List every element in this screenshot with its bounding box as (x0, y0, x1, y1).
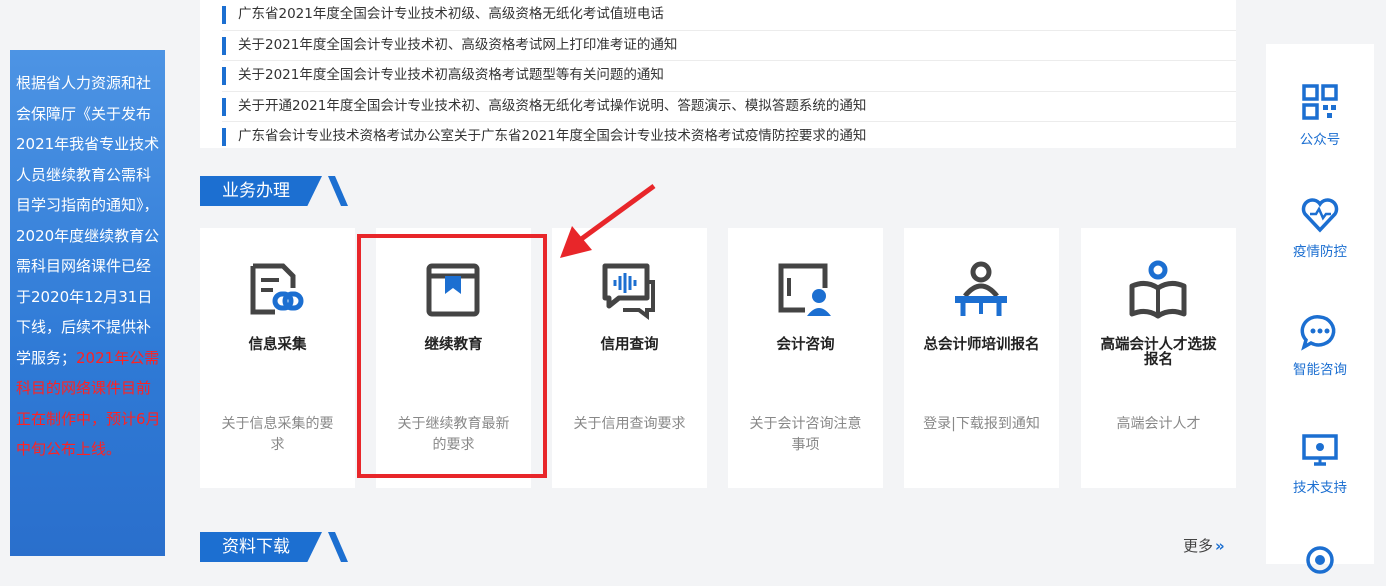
card-continuing-education[interactable]: 继续教育 关于继续教育最新的要求 (376, 228, 531, 488)
rb-label: 疫情防控 (1293, 244, 1347, 260)
card-cfo-training[interactable]: 总会计师培训报名 登录|下载报到通知 (904, 228, 1059, 488)
card-info-collection[interactable]: 信息采集 关于信息采集的要求 (200, 228, 355, 488)
rb-label: 公众号 (1299, 132, 1341, 148)
more-label: 更多 (1183, 537, 1214, 555)
card-desc: 关于继续教育最新的要求 (397, 416, 510, 453)
rb-label: 智能咨询 (1293, 362, 1347, 378)
card-desc: 登录|下载报到通知 (923, 416, 1040, 432)
news-item[interactable]: 广东省会计专业技术资格考试办公室关于广东省2021年度全国会计专业技术资格考试疫… (222, 122, 1236, 152)
news-item[interactable]: 关于2021年度全国会计专业技术初高级资格考试题型等有关问题的通知 (222, 61, 1236, 92)
card-title: 信用查询 (600, 337, 659, 353)
rb-item-partial[interactable] (1266, 542, 1374, 582)
rb-item-epidemic[interactable]: 疫情防控 (1266, 194, 1374, 260)
rb-item-tech-support[interactable]: 技术支持 (1266, 430, 1374, 496)
news-list: 广东省2021年度全国会计专业技术初级、高级资格无纸化考试值班电话 关于2021… (200, 0, 1236, 148)
heart-health-icon (1300, 194, 1340, 234)
heading-slash-decoration (328, 532, 348, 562)
left-notice-panel[interactable]: 根据省人力资源和社会保障厅《关于发布2021年我省专业技术人员继续教育公需科目学… (10, 50, 165, 556)
news-item[interactable]: 广东省2021年度全国会计专业技术初级、高级资格无纸化考试值班电话 (222, 0, 1236, 31)
annotation-arrow-icon (560, 183, 656, 258)
rb-label: 技术支持 (1293, 480, 1347, 496)
document-link-icon (247, 260, 307, 320)
heading-slash-decoration (328, 176, 348, 206)
section-title: 资料下载 (200, 532, 322, 562)
more-link[interactable]: 更多» (1183, 535, 1225, 556)
card-desc: 高端会计人才 (1116, 416, 1201, 432)
card-title: 继续教育 (424, 337, 483, 353)
card-title: 总会计师培训报名 (923, 337, 1040, 353)
chat-bubble-icon (1300, 312, 1340, 352)
card-title: 高端会计人才选拔报名 (1100, 337, 1217, 368)
section-title: 业务办理 (200, 176, 322, 206)
rb-item-smart-consult[interactable]: 智能咨询 (1266, 312, 1374, 378)
card-talent-selection[interactable]: 高端会计人才选拔报名 高端会计人才 (1081, 228, 1236, 488)
card-desc: 关于信用查询要求 (573, 416, 686, 432)
card-title: 信息采集 (248, 337, 307, 353)
rb-item-wechat[interactable]: 公众号 (1266, 82, 1374, 148)
monitor-support-icon (1300, 430, 1340, 470)
notice-text: 根据省人力资源和社会保障厅《关于发布2021年我省专业技术人员继续教育公需科目学… (16, 74, 160, 367)
news-item[interactable]: 关于2021年度全国会计专业技术初、高级资格考试网上打印准考证的通知 (222, 31, 1236, 62)
card-desc: 关于会计咨询注意事项 (749, 416, 862, 453)
reader-book-icon (1128, 260, 1188, 320)
lecturer-desk-icon (951, 260, 1011, 320)
news-item[interactable]: 关于开通2021年度全国会计专业技术初、高级资格无纸化考试操作说明、答题演示、模… (222, 92, 1236, 123)
qrcode-icon (1300, 82, 1340, 122)
card-title: 会计咨询 (776, 337, 835, 353)
card-accounting-consult[interactable]: 会计咨询 关于会计咨询注意事项 (728, 228, 883, 488)
card-desc: 关于信息采集的要求 (221, 416, 334, 453)
service-icon (1300, 542, 1340, 582)
id-card-user-icon (775, 260, 835, 320)
right-float-bar: 公众号 疫情防控 智能咨询 技术支持 (1266, 44, 1374, 574)
book-bookmark-icon (423, 260, 483, 320)
double-chevron-right-icon: » (1215, 537, 1225, 555)
